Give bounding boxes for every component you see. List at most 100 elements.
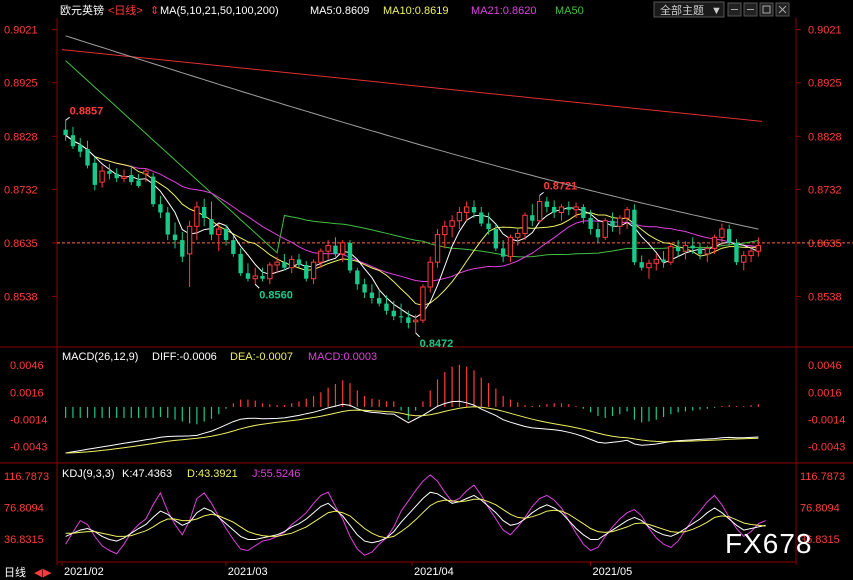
macd-axis: 0.0046 0.0046 0.0016 0.0016 -0.0014 -0.0014 -0… [10, 360, 845, 453]
ma50-value: MA50 [555, 5, 584, 17]
candle-body [412, 319, 419, 323]
annotation-pointer [539, 191, 544, 196]
period-left-icon[interactable]: ◀ [34, 567, 43, 579]
candle-body [479, 212, 484, 224]
macd-title: MACD(26,12,9) [62, 351, 138, 363]
candle-body [544, 201, 550, 207]
diff-line [65, 400, 759, 454]
macd-tick-label: 0.0016 [10, 387, 44, 399]
forex-chart-canvas[interactable]: 欧元英镑 <日线> ⇕ MA(5,10,21,50,100,200) MA5:0… [0, 0, 853, 580]
period-tag: <日线> [108, 3, 143, 17]
price-tick-label: 0.8635 [808, 238, 842, 250]
candle-body [682, 245, 689, 252]
period-button[interactable]: 日线 ◀ ▶ [4, 565, 52, 579]
time-tick-label: 2021/03 [228, 566, 268, 578]
candle-body [121, 176, 127, 179]
kdj-d-value: D:43.3921 [187, 468, 238, 480]
candle-body [355, 270, 360, 285]
candle-body [522, 214, 528, 234]
candle-body [690, 245, 695, 249]
period-button-label: 日线 [4, 565, 26, 579]
candle-body [333, 245, 338, 254]
candle-body [632, 209, 637, 263]
candle-body [610, 220, 615, 227]
candle-body [63, 129, 68, 136]
candle-body [223, 229, 229, 241]
candle-body [194, 206, 200, 227]
price-tick-label: 0.8828 [808, 131, 842, 143]
kdj-k-line [65, 491, 766, 544]
candle-body [617, 217, 623, 227]
macd-value: MACD:0.0003 [308, 351, 377, 363]
candle-body [719, 228, 725, 238]
candle-body [566, 206, 571, 210]
period-right-icon[interactable]: ▶ [43, 567, 52, 579]
candle-body [209, 219, 214, 235]
maximize-icon[interactable] [759, 2, 774, 17]
theme-dropdown-label: 全部主题 [660, 3, 704, 17]
candle-body [624, 209, 630, 219]
macd-tick-label: 0.0046 [808, 360, 842, 372]
candle-body [493, 229, 499, 249]
candle-body [186, 225, 193, 255]
kdj-header: KDJ(9,3,3) K:47.4363 D:43.3921 J:55.5246 [62, 468, 300, 480]
price-tick-label: 0.8925 [4, 78, 38, 90]
watermark: FX678 [725, 528, 813, 559]
candle-body [245, 273, 251, 279]
candle-body [595, 229, 601, 238]
candle-body [748, 250, 754, 257]
price-tick-label: 0.9021 [4, 25, 38, 37]
candle-body [85, 148, 90, 166]
candle-body [384, 303, 389, 311]
candle-body [391, 310, 396, 317]
candle-body [252, 275, 258, 280]
kdj-d-line [65, 498, 766, 539]
macd-header: MACD(26,12,9) DIFF:-0.0006 DEA:-0.0007 M… [62, 351, 377, 363]
chart-grid [0, 18, 853, 565]
price-axis-left: 0.9021 0.8925 0.8828 0.8732 0.8635 0.8538 [4, 25, 57, 303]
sort-icon[interactable]: ⇕ [150, 5, 159, 17]
time-axis: 2021/02 2021/03 2021/04 2021/05 [61, 562, 632, 578]
chevron-down-icon: ▼ [711, 5, 722, 17]
candle-body [310, 261, 317, 280]
kdj-tick-label: 116.7873 [4, 471, 49, 483]
theme-dropdown[interactable]: 全部主题 ▼ [653, 1, 725, 18]
kdj-j-line [65, 474, 766, 556]
moving-average-lines [61, 35, 763, 319]
candle-body [150, 176, 156, 205]
candle-body [274, 261, 280, 266]
candle-body [231, 240, 236, 254]
price-annotation-label: 0.8472 [420, 338, 454, 350]
kdj-tick-label: 36.8315 [4, 534, 44, 546]
candle-body [340, 242, 346, 255]
kdj-title: KDJ(9,3,3) [62, 468, 115, 480]
macd-dea-value: DEA:-0.0007 [230, 351, 293, 363]
kdj-lines [65, 474, 766, 556]
candle-body [158, 204, 163, 213]
price-axis-right: 0.9021 0.8925 0.8828 0.8732 0.8635 0.8538 [57, 25, 853, 303]
candle-body [398, 316, 404, 318]
candle-body [727, 229, 732, 243]
macd-tick-label: -0.0043 [808, 441, 845, 453]
candle-body [427, 261, 433, 288]
candle-body [289, 258, 295, 269]
candle-body [741, 255, 747, 263]
macd-tick-label: 0.0046 [10, 360, 44, 372]
candle-body [260, 275, 265, 279]
ma10-value: MA10:0.8619 [383, 5, 448, 17]
candle-body [165, 212, 170, 235]
candle-body [530, 215, 535, 221]
symbol-label: 欧元英镑 [60, 3, 104, 17]
price-tick-label: 0.8732 [4, 184, 38, 196]
macd-tick-label: -0.0014 [10, 415, 47, 427]
candle-body [325, 245, 331, 252]
candle-body [99, 170, 105, 183]
time-tick-label: 2021/02 [64, 566, 104, 578]
candle-body [515, 232, 521, 238]
price-tick-label: 0.8732 [808, 184, 842, 196]
macd-tick-label: 0.0016 [808, 387, 842, 399]
candle-body [304, 264, 309, 279]
kdj-tick-label: 76.8094 [4, 502, 44, 514]
candle-body [449, 220, 455, 227]
candle-body [675, 246, 681, 252]
